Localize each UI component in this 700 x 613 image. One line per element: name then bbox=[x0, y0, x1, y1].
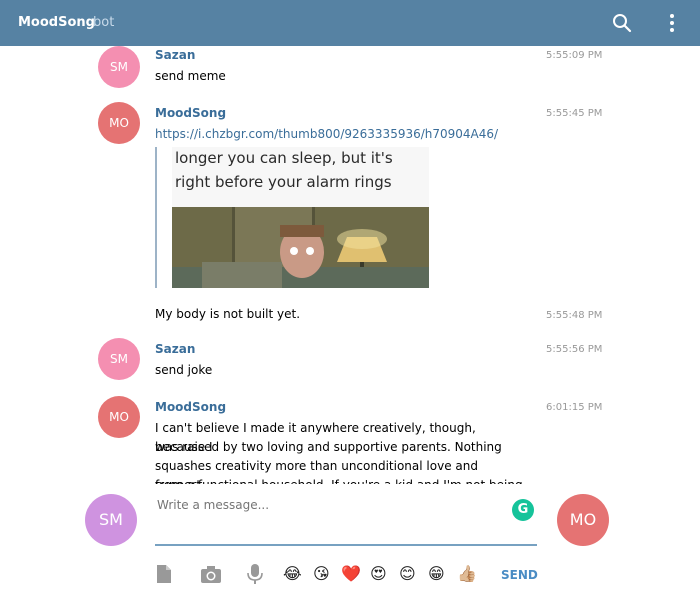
message-author[interactable]: MoodSong bbox=[155, 106, 226, 120]
message-time: 5:55:45 PM bbox=[546, 108, 603, 119]
more-options-icon[interactable] bbox=[665, 12, 679, 34]
peer-avatar[interactable]: MO bbox=[557, 494, 609, 546]
camera-icon[interactable] bbox=[200, 563, 222, 585]
message-author[interactable]: MoodSong bbox=[155, 400, 226, 414]
avatar[interactable]: MO bbox=[98, 396, 140, 438]
emoji-heart[interactable]: ❤️ bbox=[341, 564, 361, 584]
top-bar: MoodSong bot bbox=[0, 0, 700, 46]
chat-title[interactable]: MoodSong bbox=[18, 15, 95, 30]
link-preview[interactable]: longer you can sleep, but it's right bef… bbox=[155, 147, 430, 288]
emoji-thumbs-up[interactable]: 👍🏼 bbox=[457, 564, 477, 584]
search-icon[interactable] bbox=[611, 12, 633, 34]
emoji-tears-of-joy[interactable]: 😂 bbox=[283, 564, 302, 584]
message-composer: SM G MO 😂 😘 ❤️ 😍 😊 😁 👍🏼 SEND bbox=[0, 484, 700, 613]
avatar[interactable]: SM bbox=[98, 46, 140, 88]
message-text: send joke bbox=[155, 363, 213, 377]
message-author[interactable]: Sazan bbox=[155, 342, 195, 356]
meme-image[interactable]: longer you can sleep, but it's right bef… bbox=[172, 147, 429, 288]
message-text-line: was raised by two loving and supportive … bbox=[155, 440, 502, 454]
chat-subtitle: bot bbox=[93, 15, 115, 30]
message-author[interactable]: Sazan bbox=[155, 48, 195, 62]
emoji-kiss[interactable]: 😘 bbox=[313, 564, 330, 584]
message-input[interactable] bbox=[157, 494, 497, 516]
emoji-smile[interactable]: 😊 bbox=[399, 564, 416, 584]
meme-caption-panel: longer you can sleep, but it's right bef… bbox=[172, 147, 429, 207]
message-history[interactable]: SM Sazan 5:55:09 PM send meme MO MoodSon… bbox=[0, 46, 700, 484]
message-time: 5:55:48 PM bbox=[546, 310, 603, 321]
message-link[interactable]: https://i.chzbgr.com/thumb800/9263335936… bbox=[155, 127, 498, 141]
attach-file-icon[interactable] bbox=[155, 563, 173, 585]
meme-caption-line-2: right before your alarm rings bbox=[175, 173, 392, 191]
emoji-grin[interactable]: 😁 bbox=[428, 564, 445, 584]
grammarly-icon[interactable]: G bbox=[512, 499, 534, 521]
microphone-icon[interactable] bbox=[247, 563, 263, 585]
message-time: 5:55:56 PM bbox=[546, 344, 603, 355]
avatar[interactable]: SM bbox=[98, 338, 140, 380]
message-time: 6:01:15 PM bbox=[546, 402, 603, 413]
message-text: send meme bbox=[155, 69, 226, 83]
meme-scene-illustration bbox=[172, 207, 429, 288]
avatar[interactable]: MO bbox=[98, 102, 140, 144]
emoji-heart-eyes[interactable]: 😍 bbox=[370, 564, 387, 584]
meme-caption-line-1: longer you can sleep, but it's bbox=[175, 149, 393, 167]
message-input-area[interactable]: G bbox=[155, 494, 537, 546]
send-button[interactable]: SEND bbox=[501, 568, 538, 582]
message-text: My body is not built yet. bbox=[155, 307, 301, 321]
message-time: 5:55:09 PM bbox=[546, 50, 603, 61]
my-avatar[interactable]: SM bbox=[85, 494, 137, 546]
message-text-line: from a functional household. If you're a… bbox=[155, 476, 525, 484]
